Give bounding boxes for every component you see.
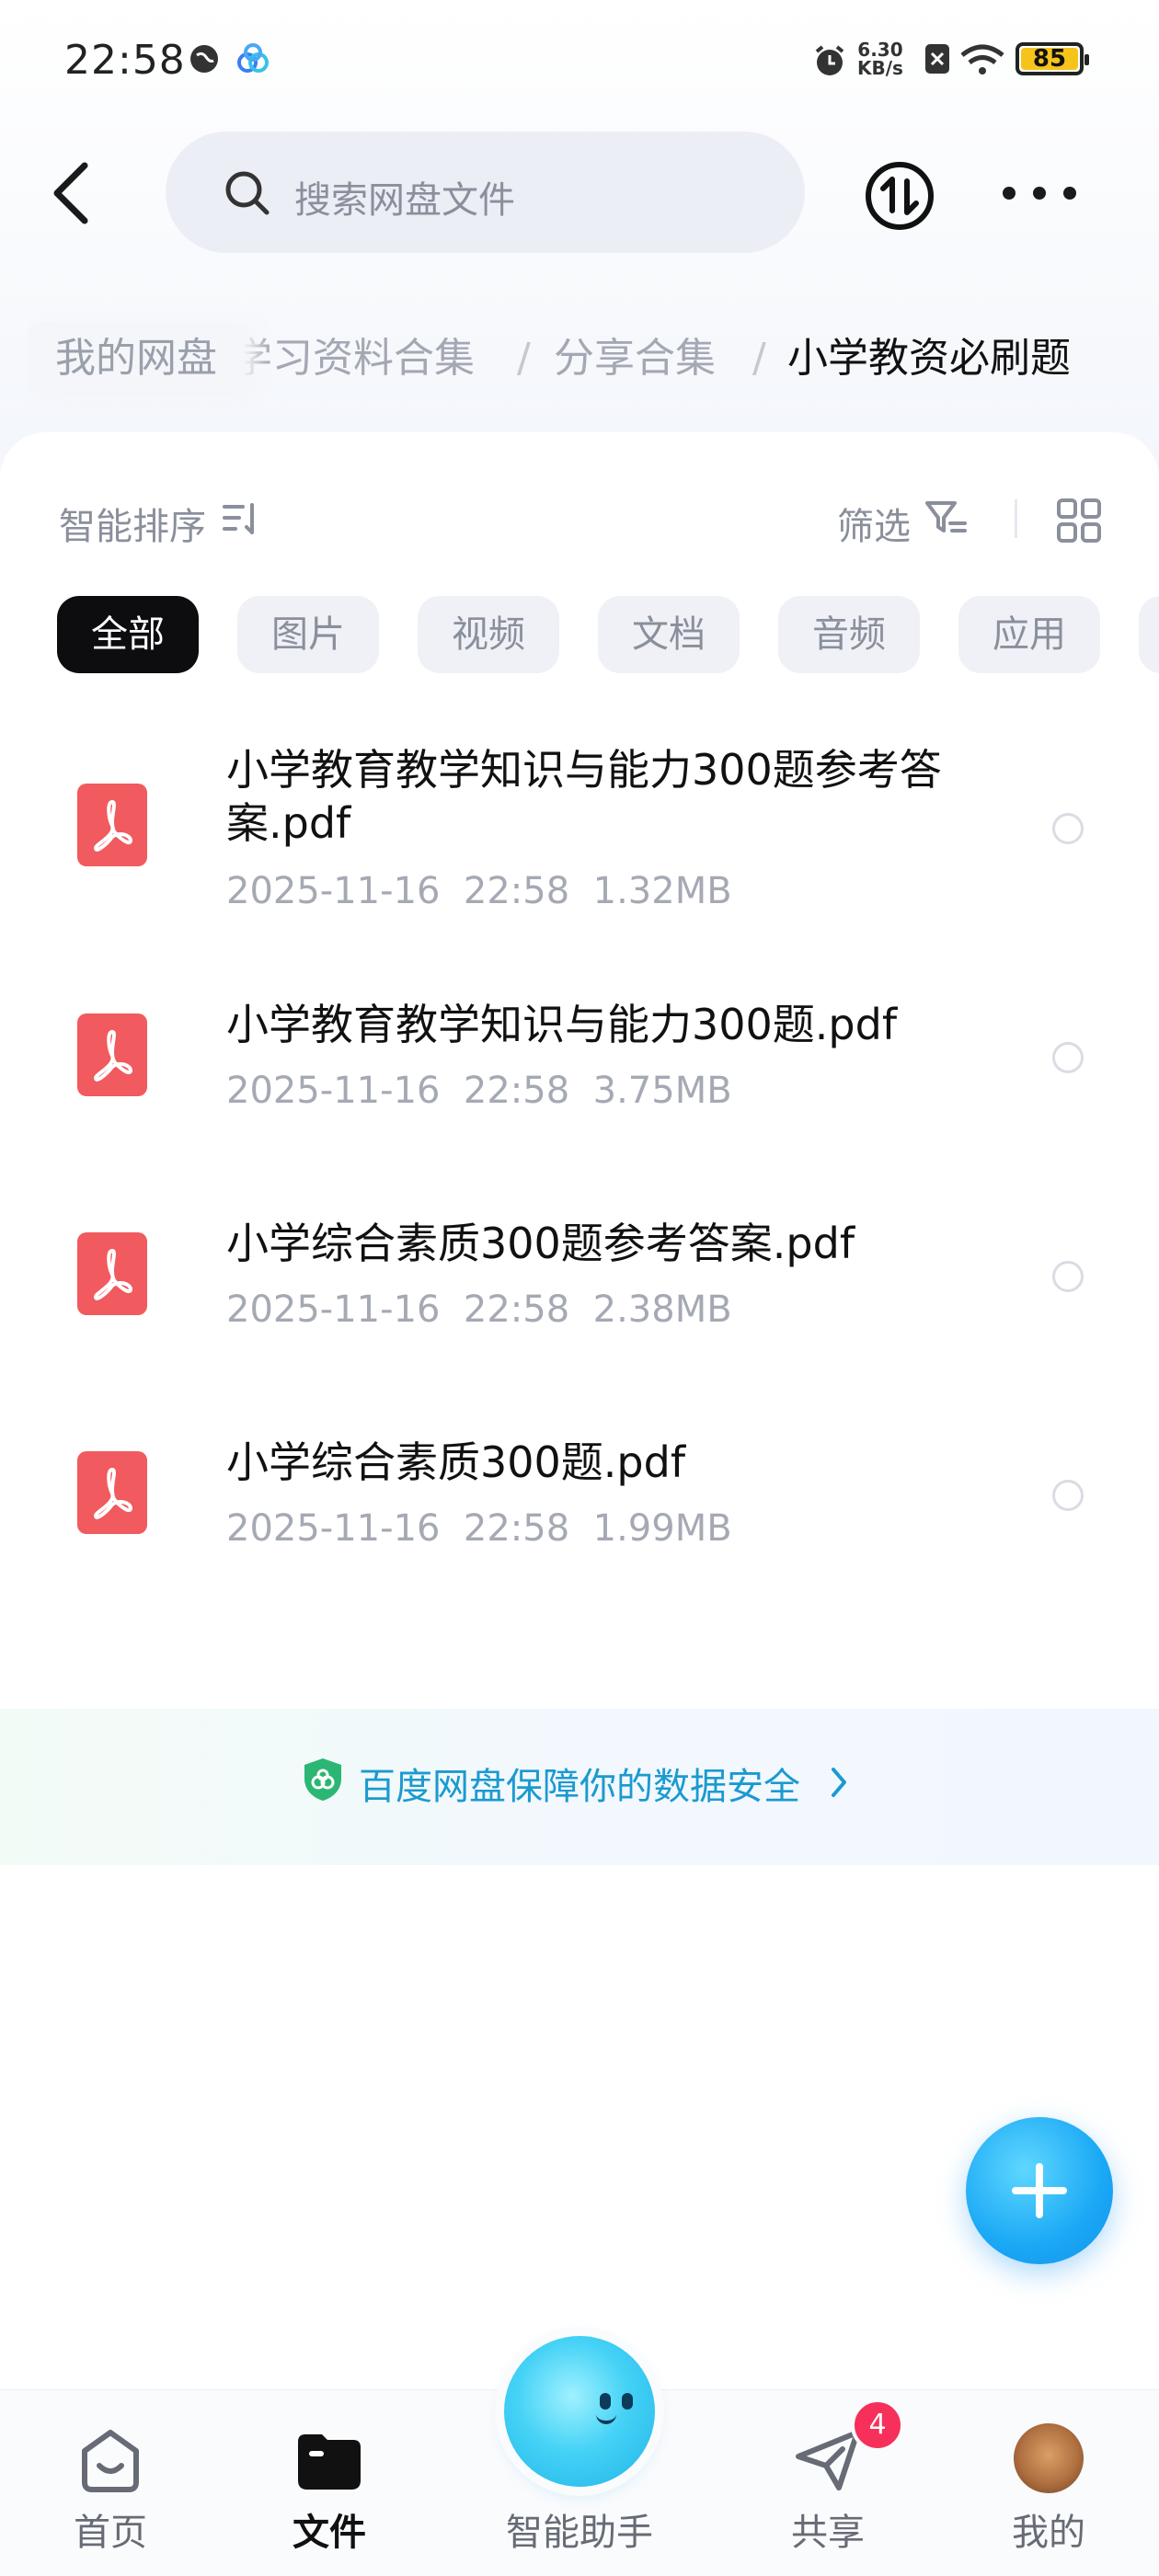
file-size: 3.75MB — [592, 1070, 732, 1112]
assistant-orb-icon[interactable] — [504, 2336, 655, 2487]
grid-view-icon[interactable] — [1056, 498, 1102, 544]
pdf-file-icon — [77, 784, 147, 866]
toolbar-divider — [1015, 499, 1017, 538]
home-icon — [82, 2430, 139, 2492]
file-size: 1.32MB — [592, 870, 732, 912]
transfer-list-icon[interactable] — [863, 159, 936, 233]
chip-overflow[interactable] — [1139, 596, 1159, 673]
file-name: 小学教育教学知识与能力300题参考答案.pdf — [226, 745, 942, 848]
chevron-right-icon — [832, 1768, 846, 1797]
file-row[interactable]: 小学教育教学知识与能力300题.pdf 2025-11-16 22:58 3.7… — [0, 984, 1159, 1131]
filter-button[interactable]: 筛选 — [837, 497, 911, 550]
breadcrumb-root[interactable]: 我的网盘 — [28, 322, 245, 395]
nav-mine-label: 我的 — [1012, 2512, 1085, 2554]
file-size: 2.38MB — [592, 1288, 732, 1331]
chip-all[interactable]: 全部 — [57, 596, 199, 673]
nav-home-label: 首页 — [74, 2512, 147, 2554]
search-placeholder: 搜索网盘文件 — [294, 179, 515, 222]
sort-icon — [223, 503, 254, 534]
nav-mine[interactable]: 我的 — [957, 2390, 1141, 2576]
more-dot-icon — [1063, 187, 1076, 200]
nav-share-label: 共享 — [791, 2512, 865, 2554]
chip-documents[interactable]: 文档 — [598, 596, 740, 673]
file-date: 2025-11-16 — [226, 870, 441, 912]
network-speed: 6.30 KB/s — [857, 40, 903, 77]
folder-icon — [298, 2434, 361, 2490]
chip-images[interactable]: 图片 — [237, 596, 379, 673]
filter-icon — [925, 501, 967, 532]
chip-audio[interactable]: 音频 — [778, 596, 920, 673]
select-radio[interactable] — [1052, 813, 1084, 844]
file-time: 22:58 — [463, 1070, 570, 1112]
file-row[interactable]: 小学综合素质300题.pdf 2025-11-16 22:58 1.99MB — [0, 1422, 1159, 1569]
breadcrumb-item[interactable]: 学习资料合集 — [232, 322, 475, 395]
file-name: 小学综合素质300题.pdf — [226, 1437, 686, 1487]
file-meta: 2025-11-16 22:58 1.32MB — [226, 870, 732, 912]
chip-apps[interactable]: 应用 — [958, 596, 1100, 673]
file-date: 2025-11-16 — [226, 1507, 441, 1550]
file-meta: 2025-11-16 22:58 3.75MB — [226, 1070, 732, 1112]
baidu-netdisk-icon — [237, 43, 269, 73]
select-radio[interactable] — [1052, 1480, 1084, 1511]
more-dot-icon — [1003, 187, 1016, 200]
plus-icon — [1036, 2163, 1043, 2218]
orb-eye — [622, 2393, 633, 2410]
file-date: 2025-11-16 — [226, 1070, 441, 1112]
breadcrumb-separator: / — [752, 335, 766, 382]
breadcrumb-item[interactable]: 分享合集 — [554, 322, 716, 395]
file-time: 22:58 — [463, 1288, 570, 1331]
security-banner-text: 百度网盘保障你的数据安全 — [359, 1766, 800, 1808]
pdf-file-icon — [77, 1013, 147, 1096]
file-row[interactable]: 小学综合素质300题参考答案.pdf 2025-11-16 22:58 2.38… — [0, 1203, 1159, 1350]
avatar — [1014, 2423, 1084, 2493]
vpn-globe-icon — [190, 45, 218, 73]
search-icon — [225, 171, 270, 215]
sort-button[interactable]: 智能排序 — [59, 497, 206, 550]
nav-files[interactable]: 文件 — [237, 2390, 421, 2576]
nav-assistant-label: 智能助手 — [506, 2512, 653, 2554]
search-input[interactable]: 搜索网盘文件 — [166, 132, 805, 253]
no-sim-icon — [925, 44, 949, 74]
file-name: 小学教育教学知识与能力300题.pdf — [226, 1000, 898, 1049]
pdf-file-icon — [77, 1232, 147, 1315]
breadcrumb-current: 小学教资必刷题 — [787, 335, 1071, 382]
breadcrumb-separator: / — [517, 335, 531, 382]
file-name: 小学综合素质300题参考答案.pdf — [226, 1219, 855, 1268]
file-time: 22:58 — [463, 870, 570, 912]
network-speed-value: 6.30 — [857, 39, 903, 61]
file-size: 1.99MB — [592, 1507, 732, 1550]
category-chips: 全部 图片 视频 文档 音频 应用 — [57, 596, 1159, 673]
more-options-button[interactable] — [1003, 175, 1076, 212]
security-banner[interactable]: 百度网盘保障你的数据安全 — [0, 1709, 1159, 1865]
share-badge: 4 — [851, 2399, 904, 2452]
file-time: 22:58 — [463, 1507, 570, 1550]
wifi-icon — [960, 44, 1004, 74]
add-button[interactable] — [966, 2117, 1113, 2264]
file-date: 2025-11-16 — [226, 1288, 441, 1331]
nav-files-label: 文件 — [293, 2512, 366, 2554]
orb-smile — [596, 2411, 616, 2424]
battery-indicator: 85 — [1016, 42, 1089, 75]
file-meta: 2025-11-16 22:58 2.38MB — [226, 1288, 732, 1331]
chip-videos[interactable]: 视频 — [418, 596, 559, 673]
network-speed-unit: KB/s — [857, 57, 903, 79]
nav-home[interactable]: 首页 — [18, 2390, 202, 2576]
pdf-file-icon — [77, 1451, 147, 1534]
file-row[interactable]: 小学教育教学知识与能力300题参考答案.pdf 2025-11-16 22:58… — [0, 736, 1159, 920]
status-time: 22:58 — [64, 37, 186, 84]
select-radio[interactable] — [1052, 1042, 1084, 1073]
file-meta: 2025-11-16 22:58 1.99MB — [226, 1507, 732, 1550]
alarm-icon — [815, 45, 844, 75]
battery-level: 85 — [1021, 45, 1078, 73]
orb-eye — [600, 2393, 611, 2410]
status-bar: 22:58 6.30 KB/s 85 — [0, 0, 1159, 120]
select-radio[interactable] — [1052, 1261, 1084, 1292]
shield-icon — [304, 1758, 341, 1801]
breadcrumb: 学习资料合集 / 分享合集 / 小学教资必刷题 我的网盘 — [28, 322, 1150, 395]
back-arrow-icon[interactable] — [46, 156, 101, 230]
more-dot-icon — [1033, 187, 1046, 200]
